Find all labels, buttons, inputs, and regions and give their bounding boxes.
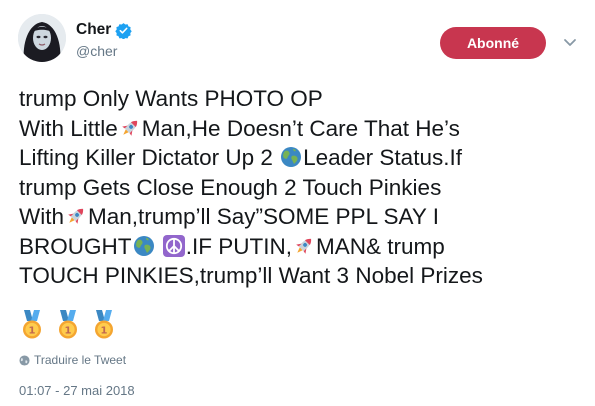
svg-text:1: 1 bbox=[65, 326, 72, 337]
rocket-icon bbox=[296, 238, 312, 254]
gold-medal-icon: 1 bbox=[59, 310, 77, 339]
tweet-timestamp[interactable]: 01:07 - 27 mai 2018 bbox=[19, 383, 135, 398]
tweet-text-segment: Man,trump’ll Say”SOME PPL SAY I bbox=[88, 204, 439, 229]
svg-text:1: 1 bbox=[101, 326, 108, 337]
tweet-text-segment: .IF PUTIN, bbox=[185, 233, 293, 259]
tweet-text-segment: BROUGHT bbox=[19, 233, 132, 259]
tweet-text-segment: With bbox=[19, 204, 64, 229]
tweet-text-segment: trump Only Wants PHOTO OP bbox=[19, 86, 323, 111]
verified-badge-icon bbox=[115, 22, 133, 39]
earth-globe-icon bbox=[133, 235, 154, 256]
tweet-line: With Man,trump’ll Say”SOME PPL SAY I bbox=[19, 202, 579, 232]
translate-tweet-label[interactable]: Traduire le Tweet bbox=[34, 353, 126, 367]
tweet-text: trump Only Wants PHOTO OP With Little Man… bbox=[19, 84, 579, 291]
tweet-line: Lifting Killer Dictator Up 2 Leader Stat… bbox=[19, 143, 579, 173]
earth-globe-icon bbox=[281, 147, 302, 167]
tweet-text-segment: MAN& trump bbox=[316, 233, 445, 259]
rocket-icon bbox=[122, 120, 137, 136]
gold-medal-icon: 1 bbox=[95, 310, 113, 339]
globe-icon bbox=[19, 354, 30, 366]
rocket-icon bbox=[68, 208, 84, 224]
tweet-text-segment: trump Gets Close Enough 2 Touch Pinkies bbox=[19, 174, 442, 200]
tweet-text-segment: With Little bbox=[19, 115, 118, 141]
peace-symbol-icon bbox=[162, 234, 185, 257]
tweet-line: TOUCH PINKIES,trump’ll Want 3 Nobel Priz… bbox=[19, 261, 579, 291]
gold-medal-icon: 1 bbox=[23, 310, 41, 339]
user-handle[interactable]: @cher bbox=[76, 42, 132, 60]
tweet-line: BROUGHT .IF PUTIN, MAN& trump bbox=[19, 232, 579, 262]
tweet-line: trump Gets Close Enough 2 Touch Pinkies bbox=[19, 173, 579, 203]
user-info: Cher @cher bbox=[76, 20, 133, 60]
tweet-text-segment: Man,He Doesn’t Care That He’s bbox=[141, 115, 460, 141]
following-button[interactable]: Abonné bbox=[440, 27, 546, 59]
tweet-line: With Little Man,He Doesn’t Care That He’s bbox=[19, 114, 579, 144]
tweet-text-segment: TOUCH PINKIES,trump’ll Want 3 Nobel Priz… bbox=[19, 263, 483, 288]
chevron-down-icon[interactable] bbox=[562, 34, 578, 50]
svg-text:1: 1 bbox=[29, 326, 36, 337]
tweet-line: trump Only Wants PHOTO OP bbox=[19, 84, 579, 114]
display-name[interactable]: Cher bbox=[76, 20, 111, 40]
tweet-text-segment: Leader Status.If bbox=[303, 145, 462, 170]
avatar[interactable] bbox=[18, 14, 66, 62]
medal-emoji-row: 1 1 1 bbox=[19, 310, 117, 340]
translate-tweet-link[interactable]: Traduire le Tweet bbox=[19, 353, 126, 367]
tweet-text-segment: Lifting Killer Dictator Up 2 bbox=[19, 145, 280, 170]
